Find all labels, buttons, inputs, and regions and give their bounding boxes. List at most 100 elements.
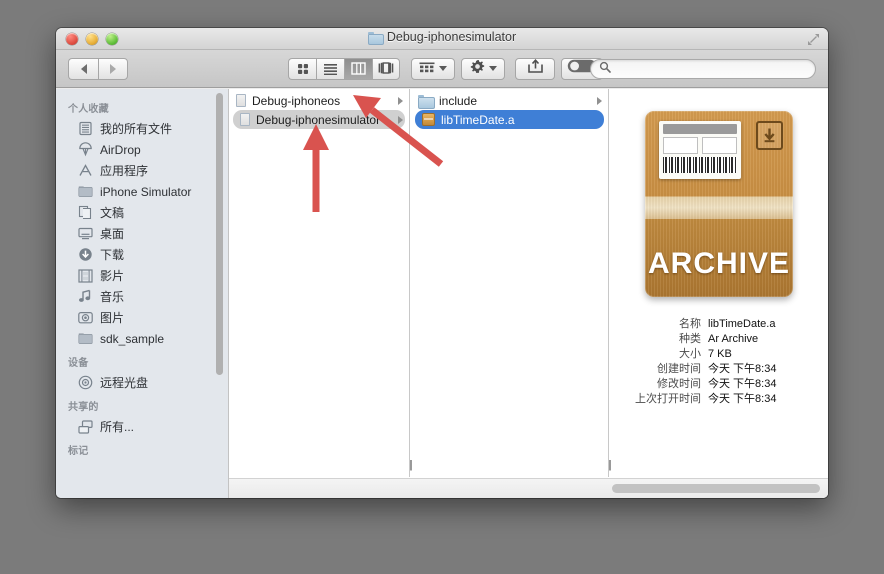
column-1: Debug-iphoneos Debug-iphonesimulator [229,89,410,477]
horizontal-scrollbar-thumb[interactable] [612,484,820,493]
column-2: include libTimeDate.a [411,89,609,477]
horizontal-scrollbar[interactable] [229,478,828,498]
metadata-key: 创建时间 [657,363,701,375]
metadata-row: 创建时间 今天 下午8:34 [610,362,814,377]
sidebar-item-movies[interactable]: 影片 [56,265,228,286]
folder-icon [367,31,384,45]
columns-icon[interactable] [344,57,372,80]
sidebar-item-iphone-simulator[interactable]: iPhone Simulator [56,181,228,202]
disclosure-arrow-icon[interactable] [398,96,403,105]
metadata-value: 今天 下午8:34 [708,393,777,405]
sidebar-item-all-shared[interactable]: 所有... [56,416,228,437]
sidebar-item-label: 应用程序 [100,164,149,178]
sidebar-item-desktop[interactable]: 桌面 [56,223,228,244]
view-mode-buttons [288,57,400,80]
sidebar-scrollbar[interactable] [216,93,223,375]
column-browser: Debug-iphoneos Debug-iphonesimulator inc… [229,89,828,498]
pictures-icon [77,310,93,326]
metadata-key: 名称 [679,318,701,330]
archive-word-label: ARCHIVE [647,247,790,280]
navigation-buttons [68,57,128,80]
metadata-value: 今天 下午8:34 [708,378,777,390]
window-title-text: Debug-iphonesimulator [386,30,517,44]
metadata-value: Ar Archive [708,333,759,345]
metadata-value: 7 KB [708,348,732,360]
metadata-key: 种类 [679,333,701,345]
sidebar-section-header: 个人收藏 [68,104,109,115]
sidebar-item-airdrop[interactable]: AirDrop [56,139,228,160]
share-arrow-icon [527,59,544,78]
sidebar-item-all-my-files[interactable]: 我的所有文件 [56,118,228,139]
file-preview: ARCHIVE 名称 libTimeDate.a 种类 Ar Archive 大… [610,89,828,477]
title-bar: Debug-iphonesimulator [56,28,828,50]
finder-window: Debug-iphonesimulator 个人收藏 我的所有文件 AirDro… [56,28,828,498]
metadata-key: 上次打开时间 [635,393,701,405]
documents-icon [77,205,93,221]
chevron-down-icon [439,66,447,71]
sidebar-item-remote-disc[interactable]: 远程光盘 [56,372,228,393]
sidebar-section-header: 设备 [68,358,89,369]
toolbar [56,50,828,88]
sidebar-item-label: 远程光盘 [100,376,149,390]
back-arrow-icon[interactable] [68,57,98,80]
desktop-icon [77,226,93,242]
sidebar-item-label: 我的所有文件 [100,122,173,136]
sidebar-item-label: 所有... [100,420,135,434]
column-resize-grip[interactable]: || [405,457,415,473]
list-item[interactable]: include [411,91,608,110]
metadata-row: 名称 libTimeDate.a [610,317,814,332]
sidebar: 个人收藏 我的所有文件 AirDrop 应用程序 iPhone Simulato… [56,89,229,498]
all-my-files-icon [77,121,93,137]
list-item-label: Debug-iphoneos [252,93,341,108]
list-item-label: Debug-iphonesimulator [256,112,381,127]
sidebar-item-sdk-sample[interactable]: sdk_sample [56,328,228,349]
shipping-label-icon [659,121,741,179]
barcode-icon [663,157,737,173]
sidebar-item-label: iPhone Simulator [100,184,192,199]
coverflow-icon[interactable] [372,57,400,80]
sidebar-item-label: 桌面 [100,227,125,241]
forward-arrow-icon[interactable] [98,57,128,80]
sidebar-item-pictures[interactable]: 图片 [56,307,228,328]
search-field[interactable] [590,58,816,79]
list-item[interactable]: libTimeDate.a [415,110,604,129]
column-resize-grip[interactable]: || [604,457,614,473]
sidebar-section-header: 标记 [68,446,89,457]
disclosure-arrow-icon[interactable] [597,96,602,105]
share-button[interactable] [515,57,555,80]
music-icon [77,289,93,305]
folder-icon [77,184,93,200]
sidebar-item-music[interactable]: 音乐 [56,286,228,307]
list-lines-icon[interactable] [316,57,344,80]
disclosure-arrow-icon[interactable] [398,116,403,124]
preview-column: ARCHIVE 名称 libTimeDate.a 种类 Ar Archive 大… [610,89,828,477]
list-item[interactable]: Debug-iphonesimulator [233,110,405,129]
list-item[interactable]: Debug-iphoneos [229,91,409,110]
sidebar-item-downloads[interactable]: 下载 [56,244,228,265]
action-menu-button[interactable] [461,57,505,80]
archive-icon [422,113,435,126]
metadata-row: 大小 7 KB [610,347,814,362]
metadata-value: libTimeDate.a [708,318,776,330]
doc-icon [240,113,250,126]
sidebar-item-documents[interactable]: 文稿 [56,202,228,223]
downloads-icon [77,247,93,263]
arrange-by-button[interactable] [411,57,455,80]
sidebar-item-label: 文稿 [100,206,125,220]
archive-box-icon: ARCHIVE [645,111,793,297]
doc-icon [236,94,246,107]
applications-icon [77,163,93,179]
sidebar-item-applications[interactable]: 应用程序 [56,160,228,181]
sidebar-section-header: 共享的 [68,402,99,413]
sidebar-item-label: AirDrop [100,142,141,157]
search-input[interactable] [616,62,807,75]
fullscreen-expand-icon[interactable] [806,32,821,47]
sidebar-item-label: 图片 [100,311,125,325]
metadata-key: 大小 [679,348,701,360]
metadata-key: 修改时间 [657,378,701,390]
grid-icon[interactable] [288,57,316,80]
sidebar-item-label: 影片 [100,269,125,283]
remote-disc-icon [77,375,93,391]
movies-icon [77,268,93,284]
folder-icon [418,94,435,109]
